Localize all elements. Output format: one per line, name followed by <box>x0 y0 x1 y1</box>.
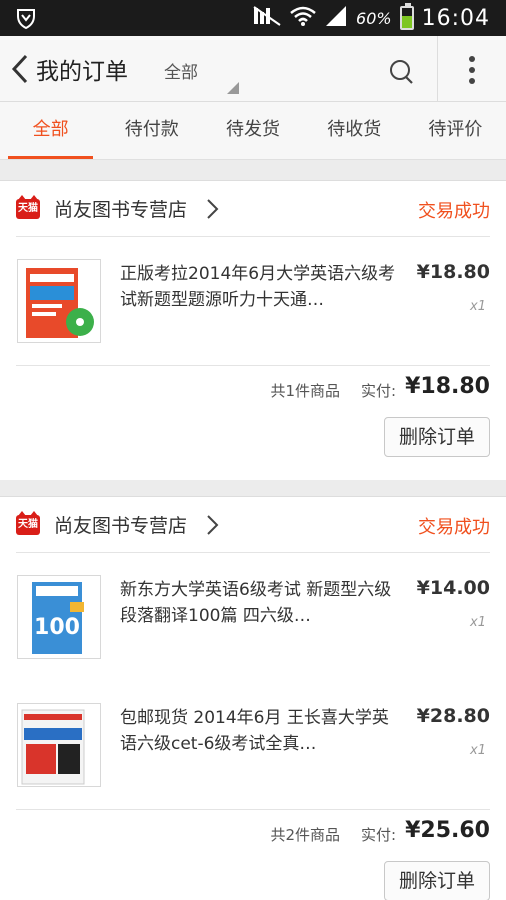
page-title: 我的订单 <box>36 59 128 85</box>
shop-name: 尚友图书专营店 <box>54 515 188 537</box>
order-item[interactable]: 包邮现货 2014年6月 王长喜大学英语六级cet-6级考试全真… ¥28.80… <box>16 681 490 809</box>
battery-percentage: 60% <box>356 8 392 28</box>
product-title: 包邮现货 2014年6月 王长喜大学英语六级cet-6级考试全真… <box>120 708 389 754</box>
order-status-tabs: 全部 待付款 待发货 待收货 待评价 <box>0 102 506 160</box>
paid-label: 实付: <box>360 826 396 844</box>
order-status: 交易成功 <box>418 201 490 222</box>
vpn-shield-icon <box>14 6 38 34</box>
order-actions: 删除订单 <box>16 857 490 900</box>
chevron-right-icon <box>204 197 220 225</box>
tab-all[interactable]: 全部 <box>0 102 101 159</box>
battery-icon <box>399 3 414 30</box>
paid-total: ¥18.80 <box>405 374 490 399</box>
product-quantity: x1 <box>470 743 486 758</box>
product-title: 新东方大学英语6级考试 新题型六级段落翻译100篇 四六级… <box>120 580 392 626</box>
paid-total: ¥25.60 <box>405 818 490 843</box>
header-divider <box>437 36 438 102</box>
tab-pending-receipt[interactable]: 待收货 <box>304 102 405 159</box>
app-header: 我的订单 全部 <box>0 36 506 102</box>
delete-order-button[interactable]: 删除订单 <box>384 417 490 457</box>
order-card: 天猫 尚友图书专营店 交易成功 正版考拉2014年6月大学英语六级考试新题型题源… <box>0 180 506 480</box>
tab-pending-review[interactable]: 待评价 <box>405 102 506 159</box>
svg-text:100: 100 <box>34 615 80 640</box>
signal-icon <box>324 5 348 31</box>
paid-label: 实付: <box>360 382 396 400</box>
order-status: 交易成功 <box>418 517 490 538</box>
order-filter-dropdown[interactable]: 全部 <box>164 58 198 83</box>
search-icon[interactable] <box>384 54 420 90</box>
tmall-icon: 天猫 <box>16 195 40 219</box>
tab-pending-shipment[interactable]: 待发货 <box>202 102 303 159</box>
order-item[interactable]: 正版考拉2014年6月大学英语六级考试新题型题源听力十天通… ¥18.80 x1 <box>16 237 490 365</box>
back-arrow-icon[interactable] <box>6 50 36 88</box>
delete-order-button[interactable]: 删除订单 <box>384 861 490 900</box>
product-price: ¥14.00 <box>416 577 490 599</box>
product-title: 正版考拉2014年6月大学英语六级考试新题型题源听力十天通… <box>120 264 396 310</box>
chevron-right-icon <box>204 513 220 541</box>
order-card: 天猫 尚友图书专营店 交易成功 100 新东方大学英语6级考试 新题型六级段落翻… <box>0 496 506 900</box>
order-actions: 删除订单 <box>16 413 490 475</box>
product-price: ¥28.80 <box>416 705 490 727</box>
more-vert-icon[interactable] <box>458 52 486 88</box>
wifi-icon <box>290 5 316 31</box>
product-thumbnail[interactable]: 100 <box>17 575 101 659</box>
product-thumbnail[interactable] <box>17 703 101 787</box>
tab-pending-payment[interactable]: 待付款 <box>101 102 202 159</box>
tmall-icon: 天猫 <box>16 511 40 535</box>
product-thumbnail[interactable] <box>17 259 101 343</box>
product-quantity: x1 <box>470 299 486 314</box>
order-item[interactable]: 100 新东方大学英语6级考试 新题型六级段落翻译100篇 四六级… ¥14.0… <box>16 553 490 681</box>
item-count: 共2件商品 <box>270 826 340 844</box>
product-quantity: x1 <box>470 615 486 630</box>
shop-row[interactable]: 天猫 尚友图书专营店 交易成功 <box>16 497 490 553</box>
shop-row[interactable]: 天猫 尚友图书专营店 交易成功 <box>16 181 490 237</box>
dropdown-caret-icon <box>226 80 240 99</box>
mute-icon <box>252 5 282 31</box>
shop-name: 尚友图书专营店 <box>54 199 188 221</box>
order-summary: 共1件商品 实付: ¥18.80 <box>16 365 490 413</box>
order-summary: 共2件商品 实付: ¥25.60 <box>16 809 490 857</box>
product-price: ¥18.80 <box>416 261 490 283</box>
item-count: 共1件商品 <box>270 382 340 400</box>
status-bar: 60% 16:04 <box>0 0 506 36</box>
clock: 16:04 <box>421 5 490 31</box>
